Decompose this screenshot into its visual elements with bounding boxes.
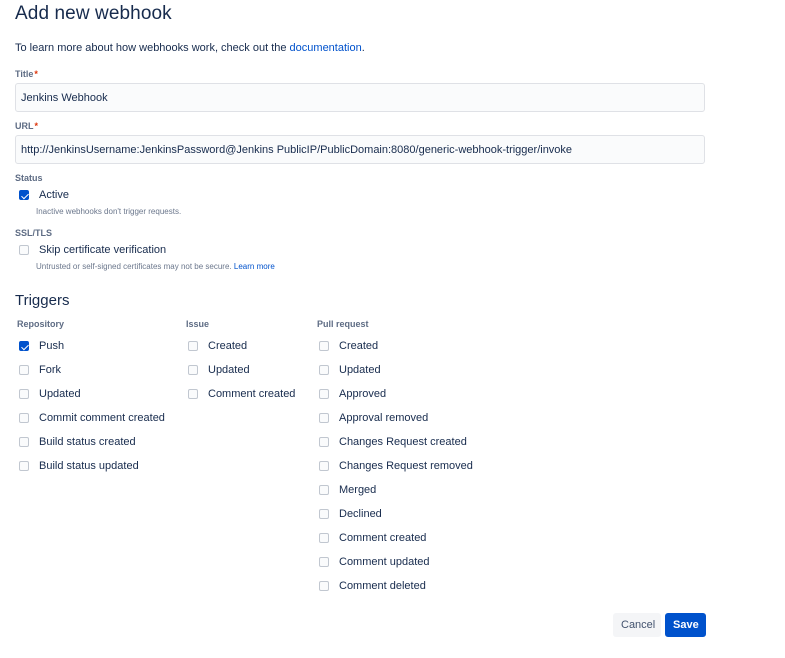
trigger-pr-changes-request-created[interactable]: Changes Request created	[319, 435, 467, 449]
trigger-pr-changes-request-created-label: Changes Request created	[339, 436, 467, 448]
trigger-pr-merged-label: Merged	[339, 484, 377, 496]
issue-column-header: Issue	[186, 319, 210, 329]
title-label: Title*	[15, 69, 38, 79]
status-label: Status	[15, 173, 43, 183]
trigger-repo-fork[interactable]: Fork	[19, 363, 61, 377]
skip-cert-helper: Untrusted or self-signed certificates ma…	[36, 262, 275, 271]
trigger-pr-created[interactable]: Created	[319, 339, 378, 353]
trigger-repo-build-status-created[interactable]: Build status created	[19, 435, 136, 449]
trigger-pr-changes-request-removed-label: Changes Request removed	[339, 460, 473, 472]
url-label-text: URL	[15, 121, 34, 131]
trigger-pr-updated-label: Updated	[339, 364, 381, 376]
trigger-issue-created-checkbox[interactable]	[188, 341, 198, 351]
trigger-issue-comment-created[interactable]: Comment created	[188, 387, 295, 401]
active-checkbox[interactable]	[19, 190, 29, 200]
trigger-pr-comment-created[interactable]: Comment created	[319, 531, 426, 545]
trigger-repo-updated-label: Updated	[39, 388, 81, 400]
trigger-pr-created-checkbox[interactable]	[319, 341, 329, 351]
trigger-pr-comment-created-label: Comment created	[339, 532, 427, 544]
trigger-repo-build-status-updated-label: Build status updated	[39, 460, 139, 472]
documentation-link[interactable]: documentation	[290, 42, 362, 54]
url-input[interactable]	[15, 135, 705, 164]
trigger-pr-merged[interactable]: Merged	[319, 483, 376, 497]
save-button[interactable]: Save	[665, 613, 706, 637]
triggers-heading: Triggers	[15, 292, 70, 309]
trigger-repo-build-status-created-label: Build status created	[39, 436, 136, 448]
trigger-pr-approved[interactable]: Approved	[319, 387, 386, 401]
trigger-repo-fork-checkbox[interactable]	[19, 365, 29, 375]
intro-text-lead: To learn more about how webhooks work, c…	[15, 42, 290, 54]
trigger-pr-comment-deleted-checkbox[interactable]	[319, 581, 329, 591]
trigger-pr-created-label: Created	[339, 340, 379, 352]
trigger-repo-build-status-updated[interactable]: Build status updated	[19, 459, 139, 473]
trigger-pr-changes-request-removed-checkbox[interactable]	[319, 461, 329, 471]
trigger-pr-declined-checkbox[interactable]	[319, 509, 329, 519]
skip-cert-checkbox[interactable]	[19, 245, 29, 255]
skip-cert-helper-text: Untrusted or self-signed certificates ma…	[36, 262, 232, 271]
trigger-pr-approval-removed-checkbox[interactable]	[319, 413, 329, 423]
skip-cert-checkbox-label: Skip certificate verification	[39, 244, 167, 256]
skip-cert-checkbox-row[interactable]: Skip certificate verification	[19, 243, 166, 257]
trigger-pr-merged-checkbox[interactable]	[319, 485, 329, 495]
trigger-repo-push-checkbox[interactable]	[19, 341, 29, 351]
trigger-repo-commit-comment-created-label: Commit comment created	[39, 412, 165, 424]
trigger-pr-approval-removed-label: Approval removed	[339, 412, 429, 424]
trigger-repo-build-status-created-checkbox[interactable]	[19, 437, 29, 447]
trigger-issue-updated-checkbox[interactable]	[188, 365, 198, 375]
trigger-issue-comment-created-checkbox[interactable]	[188, 389, 198, 399]
trigger-pr-changes-request-created-checkbox[interactable]	[319, 437, 329, 447]
intro-text: To learn more about how webhooks work, c…	[15, 42, 365, 54]
trigger-pr-updated-checkbox[interactable]	[319, 365, 329, 375]
cancel-button[interactable]: Cancel	[613, 613, 661, 637]
trigger-pr-comment-deleted-label: Comment deleted	[339, 580, 426, 592]
active-checkbox-label: Active	[39, 189, 69, 201]
active-checkbox-row[interactable]: Active	[19, 188, 69, 202]
ssl-tls-label: SSL/TLS	[15, 228, 53, 238]
trigger-pr-declined-label: Declined	[339, 508, 382, 520]
trigger-pr-comment-deleted[interactable]: Comment deleted	[319, 579, 426, 593]
title-required-marker: *	[34, 69, 38, 79]
trigger-pr-changes-request-removed[interactable]: Changes Request removed	[319, 459, 473, 473]
url-label: URL*	[15, 121, 38, 131]
trigger-issue-updated-label: Updated	[208, 364, 250, 376]
pull-request-column-header: Pull request	[317, 319, 369, 329]
trigger-pr-updated[interactable]: Updated	[319, 363, 381, 377]
trigger-repo-push-label: Push	[39, 340, 65, 352]
url-required-marker: *	[34, 121, 39, 131]
trigger-pr-declined[interactable]: Declined	[319, 507, 382, 521]
trigger-issue-created[interactable]: Created	[188, 339, 247, 353]
trigger-repo-build-status-updated-checkbox[interactable]	[19, 461, 29, 471]
title-label-text: Title	[15, 69, 34, 79]
trigger-pr-comment-updated[interactable]: Comment updated	[319, 555, 430, 569]
trigger-pr-approved-checkbox[interactable]	[319, 389, 329, 399]
trigger-issue-updated[interactable]: Updated	[188, 363, 250, 377]
trigger-issue-comment-created-label: Comment created	[208, 388, 296, 400]
trigger-repo-commit-comment-created-checkbox[interactable]	[19, 413, 29, 423]
trigger-pr-comment-updated-checkbox[interactable]	[319, 557, 329, 567]
trigger-repo-fork-label: Fork	[39, 364, 61, 376]
learn-more-link[interactable]: Learn more	[234, 262, 275, 271]
page-title: Add new webhook	[15, 3, 172, 24]
trigger-issue-created-label: Created	[208, 340, 248, 352]
repository-column-header: Repository	[17, 319, 65, 329]
trigger-pr-approval-removed[interactable]: Approval removed	[319, 411, 428, 425]
active-helper-text: Inactive webhooks don't trigger requests…	[36, 207, 182, 216]
trigger-repo-push[interactable]: Push	[19, 339, 64, 353]
trigger-repo-commit-comment-created[interactable]: Commit comment created	[19, 411, 165, 425]
trigger-pr-comment-updated-label: Comment updated	[339, 556, 430, 568]
trigger-pr-approved-label: Approved	[339, 388, 387, 400]
intro-text-suffix: .	[361, 42, 365, 54]
trigger-pr-comment-created-checkbox[interactable]	[319, 533, 329, 543]
trigger-repo-updated[interactable]: Updated	[19, 387, 81, 401]
title-input[interactable]	[15, 83, 705, 112]
trigger-repo-updated-checkbox[interactable]	[19, 389, 29, 399]
